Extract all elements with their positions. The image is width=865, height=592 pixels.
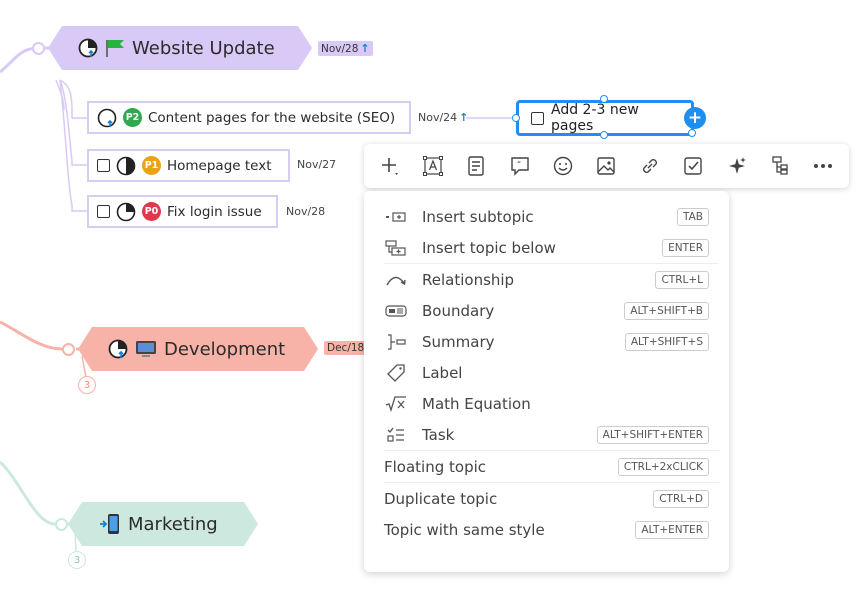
label-tag-icon xyxy=(384,363,408,383)
svg-text:“: “ xyxy=(517,160,521,169)
shortcut-hint: ALT+SHIFT+B xyxy=(624,301,709,320)
due-date-text: Nov/28 xyxy=(321,42,359,55)
image-icon[interactable] xyxy=(590,150,622,182)
task-list-icon xyxy=(384,425,408,445)
floating-toolbar: “ xyxy=(364,144,849,188)
menu-item-boundary[interactable]: Boundary ALT+SHIFT+B xyxy=(364,295,729,326)
subtopic-label: Fix login issue xyxy=(167,203,262,220)
shortcut-hint: ALT+SHIFT+ENTER xyxy=(596,425,709,444)
math-equation-icon xyxy=(384,394,408,414)
subtopic-content-pages[interactable]: P2 Content pages for the website (SEO) xyxy=(87,101,411,134)
insert-below-icon xyxy=(384,238,408,258)
add-subtopic-button[interactable]: + xyxy=(684,107,706,129)
subtopic-label: Homepage text xyxy=(167,157,272,174)
more-icon[interactable] xyxy=(807,150,839,182)
priority-p0-badge: P0 xyxy=(142,202,161,221)
task-checkbox[interactable] xyxy=(531,111,544,125)
task-checkbox[interactable] xyxy=(97,159,110,172)
summary-icon xyxy=(384,332,408,352)
shortcut-hint: CTRL+2xCLICK xyxy=(617,457,709,476)
due-date-badge: Nov/28 ↑ xyxy=(318,41,373,56)
insert-plus-icon[interactable] xyxy=(374,150,406,182)
emoji-icon[interactable] xyxy=(547,150,579,182)
notes-icon[interactable] xyxy=(460,150,492,182)
due-date-badge: Nov/24 ↑ xyxy=(418,111,468,124)
progress-pie-icon xyxy=(97,108,117,127)
subtopic-homepage-text[interactable]: P1 Homepage text xyxy=(87,149,290,182)
resize-handle-left[interactable] xyxy=(512,114,520,122)
arrow-up-icon: ↑ xyxy=(360,42,370,55)
due-date-text: Nov/27 xyxy=(297,158,337,171)
topic-development[interactable]: Development xyxy=(78,327,318,371)
comment-icon[interactable]: “ xyxy=(504,150,536,182)
green-flag-icon xyxy=(104,38,126,58)
topic-marketing[interactable]: Marketing xyxy=(68,502,258,546)
topic-label: Marketing xyxy=(128,513,218,535)
branch-node[interactable] xyxy=(62,343,75,356)
arrow-up-icon: ↑ xyxy=(459,111,469,124)
resize-handle-corner[interactable] xyxy=(688,129,696,137)
menu-item-topic-same-style[interactable]: Topic with same style ALT+ENTER xyxy=(364,514,729,545)
subtopic-fix-login[interactable]: P0 Fix login issue xyxy=(87,195,278,228)
progress-quarter-icon xyxy=(116,202,136,221)
topic-website-update[interactable]: Website Update xyxy=(48,26,312,70)
shortcut-hint: CTRL+D xyxy=(653,489,709,508)
menu-item-duplicate-topic[interactable]: Duplicate topic CTRL+D xyxy=(364,483,729,514)
collapsed-count-badge[interactable]: 3 xyxy=(68,551,86,569)
progress-pie-icon xyxy=(78,38,98,58)
mobile-phone-icon xyxy=(98,513,122,535)
insert-subtopic-icon xyxy=(384,207,408,227)
branch-node[interactable] xyxy=(55,518,68,531)
menu-item-label[interactable]: Label xyxy=(364,357,729,388)
progress-pie-icon xyxy=(108,339,128,359)
ai-sparkle-icon[interactable] xyxy=(721,150,753,182)
due-date-text: Nov/24 xyxy=(418,111,458,124)
insert-menu: Insert subtopic TAB Insert topic below E… xyxy=(364,191,729,572)
menu-item-floating-topic[interactable]: Floating topic CTRL+2xCLICK xyxy=(364,451,729,482)
due-date-text: Nov/28 xyxy=(286,205,326,218)
computer-icon xyxy=(134,339,158,359)
text-style-icon[interactable] xyxy=(417,150,449,182)
shortcut-hint: ENTER xyxy=(662,238,709,257)
shortcut-hint: ALT+SHIFT+S xyxy=(624,332,709,351)
topic-label: Website Update xyxy=(132,37,275,59)
due-date-text: Dec/18 xyxy=(327,342,365,354)
due-date-badge: Dec/18 xyxy=(324,341,368,355)
structure-icon[interactable] xyxy=(764,150,796,182)
subtopic-label: Content pages for the website (SEO) xyxy=(148,109,396,126)
link-icon[interactable] xyxy=(634,150,666,182)
task-checkbox-icon[interactable] xyxy=(677,150,709,182)
collapsed-count-badge[interactable]: 3 xyxy=(78,376,96,394)
menu-item-insert-topic-below[interactable]: Insert topic below ENTER xyxy=(364,232,729,263)
shortcut-hint: TAB xyxy=(677,207,709,226)
shortcut-hint: ALT+ENTER xyxy=(635,520,709,539)
menu-item-task[interactable]: Task ALT+SHIFT+ENTER xyxy=(364,419,729,450)
menu-item-insert-subtopic[interactable]: Insert subtopic TAB xyxy=(364,201,729,232)
menu-item-math-equation[interactable]: Math Equation xyxy=(364,388,729,419)
shortcut-hint: CTRL+L xyxy=(655,270,709,289)
relationship-icon xyxy=(384,270,408,290)
menu-item-relationship[interactable]: Relationship CTRL+L xyxy=(364,264,729,295)
priority-p1-badge: P1 xyxy=(142,156,161,175)
selected-topic-label: Add 2-3 new pages xyxy=(551,102,639,134)
topic-label: Development xyxy=(164,338,286,360)
progress-half-icon xyxy=(116,156,136,175)
resize-handle-top[interactable] xyxy=(600,95,608,103)
task-checkbox[interactable] xyxy=(97,205,110,218)
boundary-icon xyxy=(384,301,408,321)
menu-item-summary[interactable]: Summary ALT+SHIFT+S xyxy=(364,326,729,357)
resize-handle-bottom[interactable] xyxy=(600,131,608,139)
branch-node[interactable] xyxy=(32,42,45,55)
priority-p2-badge: P2 xyxy=(123,108,142,127)
